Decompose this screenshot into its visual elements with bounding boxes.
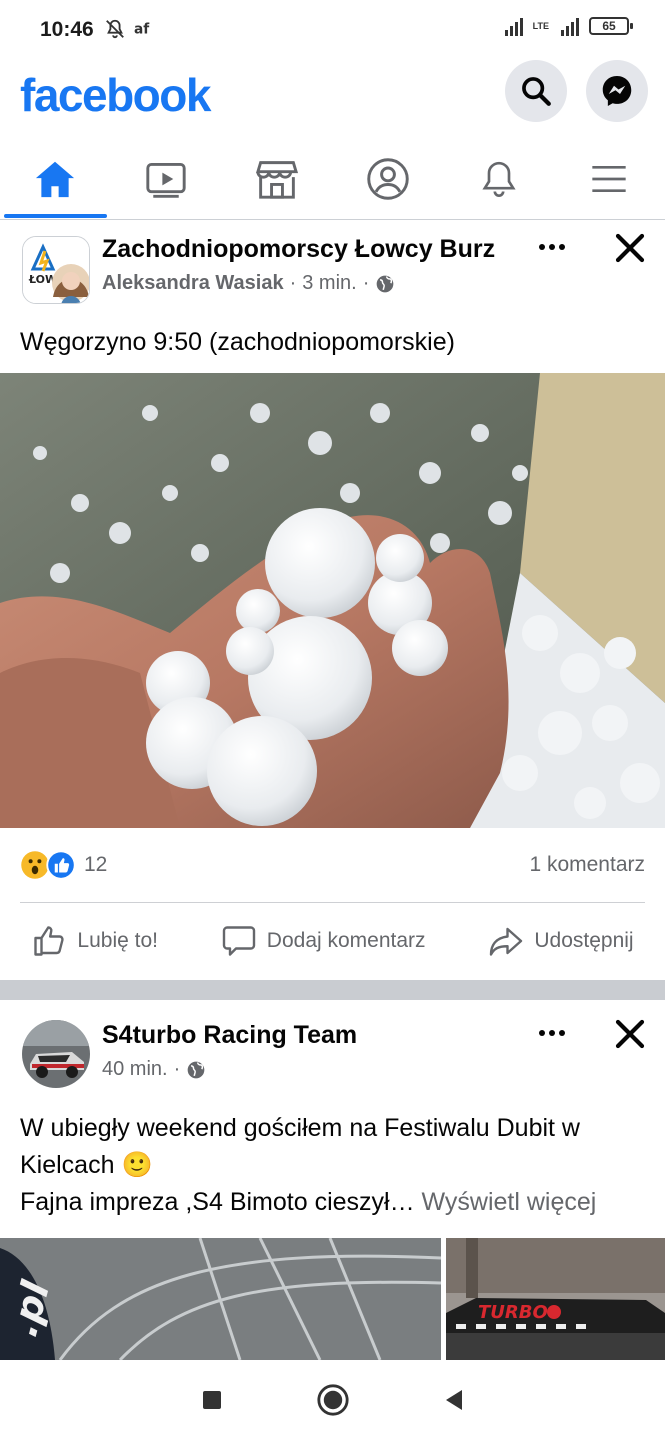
post-text-line: Fajna impreza ,S4 Bimoto cieszył… Wyświe… bbox=[20, 1188, 597, 1216]
like-label: Lubię to! bbox=[77, 929, 158, 952]
bell-muted-icon bbox=[106, 19, 124, 39]
svg-text:af: af bbox=[134, 22, 150, 38]
page-avatar[interactable]: ŁOW bbox=[22, 236, 90, 304]
comment-icon bbox=[222, 926, 255, 956]
see-more-link[interactable]: Wyświetl więcej bbox=[422, 1188, 597, 1216]
recents-icon[interactable] bbox=[200, 1388, 224, 1412]
more-options-button[interactable] bbox=[532, 1018, 572, 1048]
app-header: facebook bbox=[0, 60, 665, 130]
share-icon bbox=[490, 927, 523, 956]
like-reaction-icon bbox=[46, 850, 76, 880]
storm-chasers-logo: ŁOW bbox=[23, 237, 89, 303]
post-time[interactable]: 40 min. bbox=[102, 1058, 168, 1081]
facebook-logo: facebook bbox=[20, 69, 211, 121]
video-icon bbox=[146, 163, 186, 198]
photo-grid: .pl TURBO bbox=[0, 1238, 665, 1360]
meta-separator: · bbox=[173, 1058, 181, 1080]
store-icon bbox=[255, 161, 299, 199]
meta-separator: · bbox=[289, 272, 297, 294]
post-meta: 40 min. · bbox=[102, 1058, 206, 1081]
app-notification-icon: af bbox=[134, 22, 150, 38]
feed-separator bbox=[0, 980, 665, 1000]
team-tent-photo[interactable]: TURBO bbox=[446, 1238, 665, 1360]
racing-car-avatar bbox=[22, 1020, 90, 1088]
android-navigation-bar bbox=[0, 1360, 665, 1440]
post-actions: Lubię to! Dodaj komentarz Udostępnij bbox=[0, 915, 665, 967]
page-name[interactable]: S4turbo Racing Team bbox=[102, 1021, 357, 1050]
reaction-summary[interactable]: 12 bbox=[20, 850, 107, 880]
tab-watch[interactable] bbox=[111, 140, 222, 218]
signal-icon bbox=[504, 16, 523, 36]
hamburger-menu-icon bbox=[592, 166, 627, 192]
tab-marketplace[interactable] bbox=[222, 140, 333, 218]
meta-separator: · bbox=[362, 272, 370, 294]
post-author[interactable]: Aleksandra Wasiak bbox=[102, 272, 284, 295]
comment-label: Dodaj komentarz bbox=[266, 929, 426, 952]
post-text-line: W ubiegły weekend gościłem na Festiwalu … bbox=[20, 1114, 580, 1179]
share-button[interactable]: Udostępnij bbox=[488, 923, 634, 959]
messenger-icon bbox=[602, 76, 632, 106]
page-avatar[interactable] bbox=[22, 1020, 90, 1088]
feed-post: ŁOW Zachodniopomorscy Łowcy Burz Aleksan… bbox=[0, 220, 665, 980]
feed-post: S4turbo Racing Team 40 min. · W ubiegły … bbox=[0, 1000, 665, 1360]
tab-notifications[interactable] bbox=[443, 140, 554, 218]
battery-icon: 65 bbox=[589, 17, 633, 35]
post-meta: Aleksandra Wasiak · 3 min. · bbox=[102, 272, 395, 295]
tab-menu[interactable] bbox=[554, 140, 665, 218]
post-text: W ubiegły weekend gościłem na Festiwalu … bbox=[20, 1110, 645, 1221]
comments-count[interactable]: 1 komentarz bbox=[529, 853, 645, 877]
svg-text:TURBO: TURBO bbox=[478, 1302, 548, 1323]
status-right-icons: LTE 65 bbox=[504, 16, 633, 36]
search-icon bbox=[522, 77, 551, 106]
globe-icon bbox=[187, 1061, 205, 1078]
network-label: LTE bbox=[532, 20, 549, 31]
reactions-row[interactable]: 12 1 komentarz bbox=[20, 850, 645, 880]
status-bar: 10:46 af LTE 65 bbox=[0, 0, 665, 60]
bell-icon bbox=[482, 161, 516, 197]
main-nav-tabs bbox=[0, 140, 665, 220]
status-time: 10:46 bbox=[40, 18, 94, 41]
tab-home[interactable] bbox=[0, 140, 111, 218]
search-button[interactable] bbox=[505, 60, 567, 122]
divider bbox=[20, 902, 645, 903]
messenger-button[interactable] bbox=[586, 60, 648, 122]
post-time[interactable]: 3 min. bbox=[302, 272, 356, 295]
like-button[interactable]: Lubię to! bbox=[31, 923, 158, 959]
more-options-button[interactable] bbox=[532, 232, 572, 262]
globe-icon bbox=[377, 275, 394, 292]
reaction-count: 12 bbox=[84, 853, 108, 876]
event-hall-photo[interactable]: .pl bbox=[0, 1238, 441, 1360]
home-circle-icon[interactable] bbox=[316, 1383, 350, 1417]
close-icon[interactable] bbox=[612, 1016, 648, 1052]
share-label: Udostępnij bbox=[534, 929, 634, 952]
signal-icon-2 bbox=[561, 16, 579, 36]
hail-photo[interactable] bbox=[0, 373, 665, 828]
page-name[interactable]: Zachodniopomorscy Łowcy Burz bbox=[102, 235, 495, 264]
profile-icon bbox=[367, 158, 409, 200]
status-notification-icons: af bbox=[104, 18, 156, 40]
close-icon[interactable] bbox=[612, 230, 648, 266]
thumbs-up-icon bbox=[34, 926, 65, 956]
tab-profile[interactable] bbox=[332, 140, 443, 218]
comment-button[interactable]: Dodaj komentarz bbox=[221, 923, 426, 959]
back-icon[interactable] bbox=[442, 1388, 466, 1412]
post-text: Węgorzyno 9:50 (zachodniopomorskie) bbox=[20, 328, 455, 356]
home-icon bbox=[36, 161, 75, 198]
